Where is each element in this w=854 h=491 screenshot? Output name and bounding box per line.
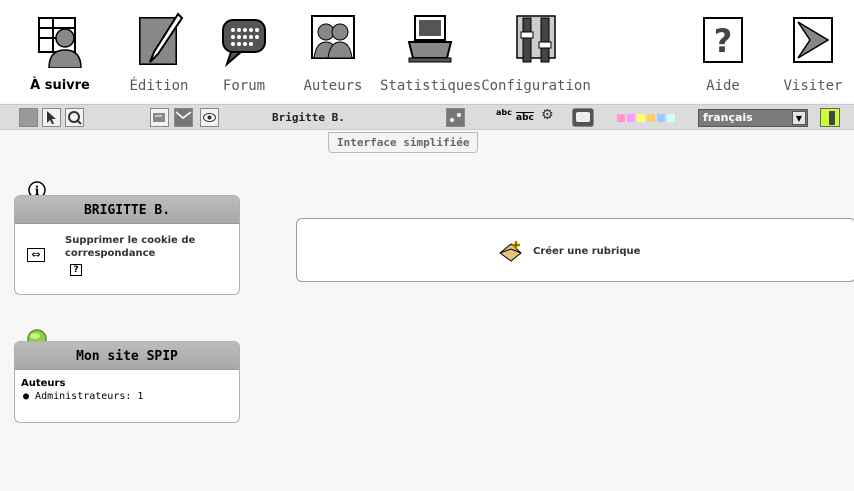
nav-edition[interactable]: Édition (124, 12, 194, 94)
interface-mode-icon[interactable] (446, 108, 465, 127)
forum-icon (222, 19, 266, 68)
toolbar: Brigitte B. abc abc ⚙ français ▼ (0, 104, 854, 130)
language-value: français (703, 111, 753, 124)
nav-label: Statistiques (380, 78, 482, 94)
statistiques-icon (407, 15, 453, 63)
spellcheck-icon[interactable]: abc (496, 109, 512, 117)
eye-icon[interactable] (200, 108, 219, 127)
gear-icon[interactable]: ⚙ (541, 107, 554, 123)
new-folder-icon (499, 241, 522, 262)
a-suivre-icon (38, 17, 82, 68)
site-box: Mon site SPIP Auteurs ● Administrateurs:… (14, 341, 240, 423)
language-select[interactable]: français ▼ (698, 109, 808, 127)
spellcheck-alt-icon[interactable]: abc (516, 113, 534, 123)
swatch-pink[interactable] (617, 114, 625, 122)
nav-label: Aide (706, 78, 740, 94)
create-section-label: Créer une rubrique (533, 245, 641, 257)
nav-configuration[interactable]: Configuration (480, 12, 592, 94)
delete-cookie-link[interactable]: Supprimer le cookie de correspondance (65, 234, 225, 260)
configuration-icon (516, 15, 556, 63)
user-box-title: BRIGITTE B. (15, 196, 239, 224)
swap-icon[interactable]: ⇔ (27, 248, 45, 262)
svg-text:?: ? (714, 22, 733, 60)
nav-statistiques[interactable]: Statistiques (380, 12, 482, 94)
screen-icon[interactable] (572, 108, 594, 127)
edition-icon (139, 12, 184, 65)
nav-label: Forum (222, 78, 266, 94)
admin-count: Administrateurs: 1 (35, 391, 144, 402)
nav-label: À suivre (30, 78, 90, 93)
swatch-orange[interactable] (647, 114, 655, 122)
calendar-icon[interactable] (150, 108, 169, 127)
chevron-down-icon[interactable]: ▼ (792, 111, 806, 125)
nav-label: Configuration (481, 78, 591, 94)
search-icon[interactable] (65, 108, 84, 127)
nav-label: Visiter (783, 78, 843, 94)
swatch-blue[interactable] (657, 114, 665, 122)
nav-visiter[interactable]: Visiter (782, 12, 844, 94)
spellcheck-alt-label: abc (516, 113, 534, 123)
authors-heading: Auteurs (21, 378, 66, 389)
create-section-box: Créer une rubrique (296, 218, 854, 282)
globe-icon[interactable] (19, 108, 38, 127)
visiter-icon (793, 17, 833, 63)
swatch-pink-2[interactable] (627, 114, 635, 122)
site-box-title: Mon site SPIP (15, 342, 239, 370)
tooltip: Interface simplifiée (328, 132, 479, 153)
exit-icon[interactable] (820, 108, 840, 127)
user-name: Brigitte B. (272, 111, 345, 124)
main-navigation: À suivre Édition Forum Auteurs Statistiq… (0, 0, 854, 102)
nav-label: Édition (129, 78, 189, 94)
mail-icon[interactable] (174, 108, 193, 127)
swatch-blue-2[interactable] (667, 114, 675, 122)
spellcheck-label: abc (496, 108, 512, 117)
help-icon[interactable]: ? (70, 264, 82, 276)
color-swatches[interactable] (617, 114, 675, 122)
create-section-button[interactable]: Créer une rubrique (497, 239, 640, 263)
list-item[interactable]: ● Administrateurs: 1 (21, 391, 233, 402)
nav-label: Auteurs (303, 78, 363, 94)
nav-forum[interactable]: Forum (214, 12, 274, 94)
nav-a-suivre[interactable]: À suivre (25, 12, 95, 93)
bullet-icon: ● (23, 391, 36, 402)
user-box: BRIGITTE B. ⇔ Supprimer le cookie de cor… (14, 195, 240, 295)
swatch-yellow[interactable] (637, 114, 645, 122)
nav-auteurs[interactable]: Auteurs (296, 12, 370, 94)
cursor-icon[interactable] (42, 108, 61, 127)
auteurs-icon (311, 15, 355, 59)
aide-icon: ? (703, 17, 743, 63)
nav-aide[interactable]: ? Aide (696, 12, 750, 94)
